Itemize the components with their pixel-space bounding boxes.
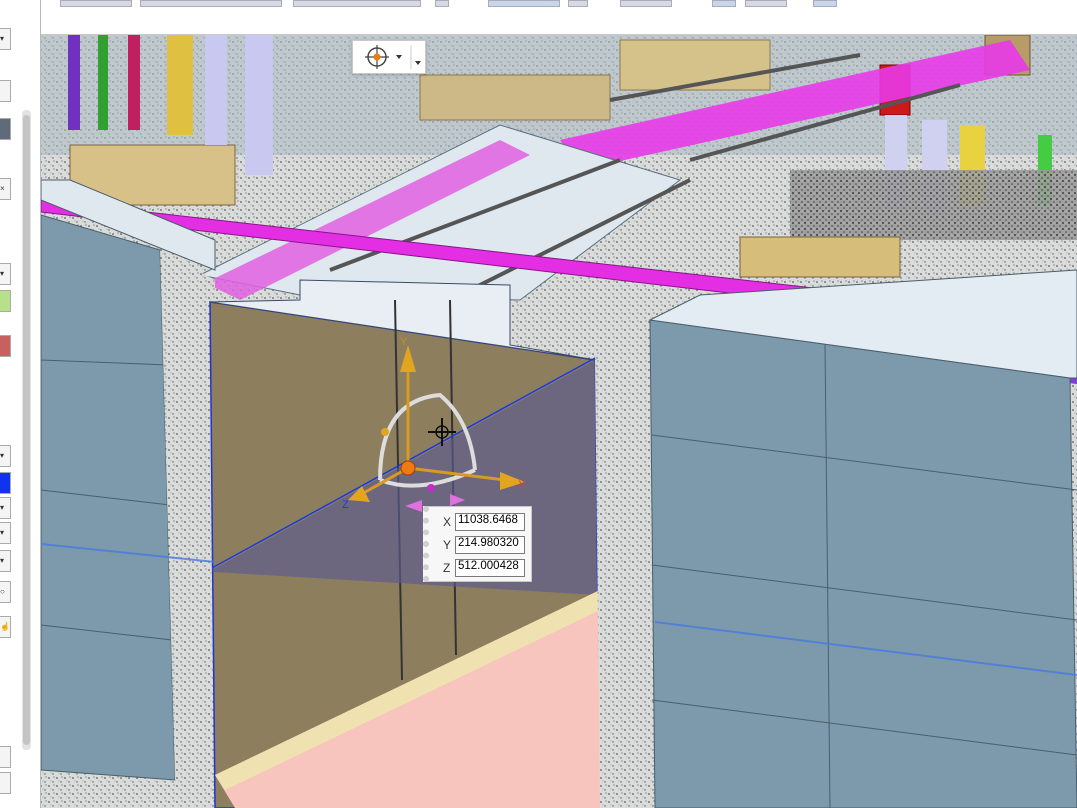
toolbar-button[interactable] — [435, 0, 449, 7]
dropdown-button[interactable]: ▾ — [0, 28, 11, 50]
dropdown-button[interactable]: ▾ — [0, 497, 11, 519]
left-panel: ▾ × ▾ ▾ ▾ ▾ ▾ ○ ☝ — [0, 0, 41, 808]
vertical-scrollbar-thumb[interactable] — [23, 115, 30, 745]
lavender-pipe — [205, 35, 227, 145]
toolbar-button[interactable] — [620, 0, 672, 7]
top-toolbar — [0, 0, 1077, 35]
coordinate-input-panel: X 11038.6468 Y 214.980320 Z 512.000428 — [423, 506, 532, 582]
panel-button[interactable] — [0, 746, 11, 768]
x-axis-label: X — [518, 479, 526, 491]
coord-label-z: Z — [443, 561, 451, 575]
color-swatch[interactable] — [0, 472, 11, 494]
3d-viewport[interactable]: Y X Z — [41, 35, 1077, 808]
coord-label-x: X — [443, 515, 452, 529]
circle-icon[interactable]: ○ — [0, 581, 11, 603]
purple-pipe — [68, 35, 80, 130]
dropdown-button[interactable]: ▾ — [0, 263, 11, 285]
hand-icon[interactable]: ☝ — [0, 616, 11, 638]
panel-button[interactable] — [0, 80, 11, 102]
coord-input-z[interactable]: 512.000428 — [455, 559, 525, 577]
toolbar-dropdown[interactable] — [293, 0, 421, 7]
color-swatch[interactable] — [0, 290, 11, 312]
z-axis-label: Z — [342, 499, 349, 511]
cube-icon[interactable] — [0, 118, 11, 140]
point-cloud-dense — [790, 170, 1077, 240]
close-icon[interactable]: × — [0, 178, 11, 200]
pink-pipe — [128, 35, 140, 130]
coord-input-x[interactable]: 11038.6468 — [455, 513, 525, 531]
toolbar-button[interactable] — [813, 0, 837, 7]
toolbar-button[interactable] — [60, 0, 132, 7]
chevron-down-icon[interactable] — [396, 55, 402, 59]
target-snap-icon[interactable] — [365, 45, 389, 69]
snap-toolbar — [352, 40, 426, 74]
gizmo-center[interactable] — [400, 460, 416, 476]
dropdown-button[interactable]: ▾ — [0, 522, 11, 544]
coord-label-y: Y — [443, 538, 452, 552]
yellow-pipe — [167, 35, 193, 135]
toolbar-button[interactable] — [140, 0, 282, 7]
coord-input-y[interactable]: 214.980320 — [455, 536, 525, 554]
dropdown-button[interactable]: ▾ — [0, 445, 11, 467]
grille-box — [739, 236, 901, 278]
lavender-pipe — [245, 35, 273, 175]
pattern-swatch[interactable] — [0, 335, 11, 357]
green-pipe — [98, 35, 108, 130]
coord-row-x: X 11038.6468 — [443, 512, 525, 532]
toolbar-button[interactable] — [745, 0, 787, 7]
panel-button[interactable] — [0, 772, 11, 794]
y-axis-label: Y — [400, 336, 408, 348]
duct-box — [419, 74, 611, 121]
toolbar-button[interactable] — [568, 0, 588, 7]
toolbar-button[interactable] — [712, 0, 736, 7]
toolbar-button[interactable] — [488, 0, 560, 7]
right-wall — [649, 319, 1077, 808]
coord-row-z: Z 512.000428 — [443, 558, 525, 578]
dropdown-button[interactable]: ▾ — [0, 550, 11, 572]
coord-row-y: Y 214.980320 — [443, 535, 525, 555]
duct-box — [619, 39, 771, 91]
chevron-down-icon[interactable] — [415, 61, 421, 65]
